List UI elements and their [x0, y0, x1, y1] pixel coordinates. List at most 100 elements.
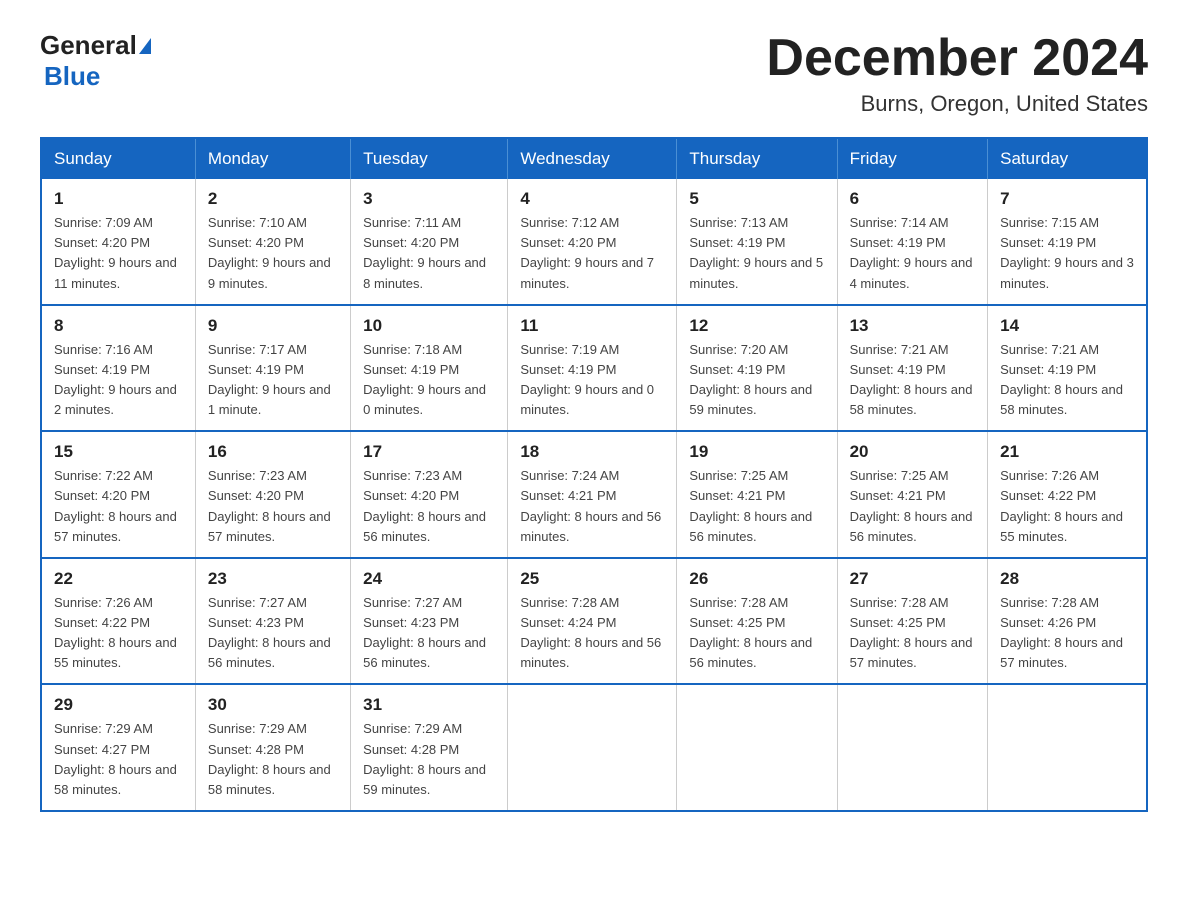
day-number: 29 [54, 695, 183, 715]
table-row [508, 684, 677, 811]
day-info: Sunrise: 7:29 AMSunset: 4:28 PMDaylight:… [363, 721, 486, 796]
col-sunday: Sunday [41, 138, 195, 179]
day-number: 7 [1000, 189, 1134, 209]
day-info: Sunrise: 7:25 AMSunset: 4:21 PMDaylight:… [689, 468, 812, 543]
table-row: 2 Sunrise: 7:10 AMSunset: 4:20 PMDayligh… [195, 179, 350, 305]
table-row: 17 Sunrise: 7:23 AMSunset: 4:20 PMDaylig… [351, 431, 508, 558]
day-number: 15 [54, 442, 183, 462]
day-number: 6 [850, 189, 976, 209]
day-info: Sunrise: 7:21 AMSunset: 4:19 PMDaylight:… [850, 342, 973, 417]
table-row: 14 Sunrise: 7:21 AMSunset: 4:19 PMDaylig… [988, 305, 1147, 432]
table-row: 26 Sunrise: 7:28 AMSunset: 4:25 PMDaylig… [677, 558, 837, 685]
table-row: 30 Sunrise: 7:29 AMSunset: 4:28 PMDaylig… [195, 684, 350, 811]
day-number: 20 [850, 442, 976, 462]
day-number: 8 [54, 316, 183, 336]
table-row: 4 Sunrise: 7:12 AMSunset: 4:20 PMDayligh… [508, 179, 677, 305]
day-number: 26 [689, 569, 824, 589]
day-number: 1 [54, 189, 183, 209]
day-number: 24 [363, 569, 495, 589]
calendar-week-row: 1 Sunrise: 7:09 AMSunset: 4:20 PMDayligh… [41, 179, 1147, 305]
table-row: 19 Sunrise: 7:25 AMSunset: 4:21 PMDaylig… [677, 431, 837, 558]
day-info: Sunrise: 7:22 AMSunset: 4:20 PMDaylight:… [54, 468, 177, 543]
table-row: 12 Sunrise: 7:20 AMSunset: 4:19 PMDaylig… [677, 305, 837, 432]
day-info: Sunrise: 7:17 AMSunset: 4:19 PMDaylight:… [208, 342, 331, 417]
day-number: 5 [689, 189, 824, 209]
day-number: 18 [520, 442, 664, 462]
table-row [677, 684, 837, 811]
logo: General Blue [40, 30, 151, 92]
day-info: Sunrise: 7:29 AMSunset: 4:28 PMDaylight:… [208, 721, 331, 796]
page-header: General Blue December 2024 Burns, Oregon… [40, 30, 1148, 117]
calendar-week-row: 15 Sunrise: 7:22 AMSunset: 4:20 PMDaylig… [41, 431, 1147, 558]
col-monday: Monday [195, 138, 350, 179]
day-info: Sunrise: 7:14 AMSunset: 4:19 PMDaylight:… [850, 215, 973, 290]
day-number: 14 [1000, 316, 1134, 336]
day-number: 25 [520, 569, 664, 589]
calendar-subtitle: Burns, Oregon, United States [766, 91, 1148, 117]
table-row: 6 Sunrise: 7:14 AMSunset: 4:19 PMDayligh… [837, 179, 988, 305]
day-info: Sunrise: 7:10 AMSunset: 4:20 PMDaylight:… [208, 215, 331, 290]
table-row: 21 Sunrise: 7:26 AMSunset: 4:22 PMDaylig… [988, 431, 1147, 558]
table-row: 31 Sunrise: 7:29 AMSunset: 4:28 PMDaylig… [351, 684, 508, 811]
day-info: Sunrise: 7:28 AMSunset: 4:24 PMDaylight:… [520, 595, 661, 670]
table-row: 9 Sunrise: 7:17 AMSunset: 4:19 PMDayligh… [195, 305, 350, 432]
day-info: Sunrise: 7:24 AMSunset: 4:21 PMDaylight:… [520, 468, 661, 543]
day-info: Sunrise: 7:28 AMSunset: 4:25 PMDaylight:… [850, 595, 973, 670]
day-info: Sunrise: 7:11 AMSunset: 4:20 PMDaylight:… [363, 215, 486, 290]
table-row: 22 Sunrise: 7:26 AMSunset: 4:22 PMDaylig… [41, 558, 195, 685]
day-info: Sunrise: 7:28 AMSunset: 4:26 PMDaylight:… [1000, 595, 1123, 670]
table-row: 27 Sunrise: 7:28 AMSunset: 4:25 PMDaylig… [837, 558, 988, 685]
table-row: 1 Sunrise: 7:09 AMSunset: 4:20 PMDayligh… [41, 179, 195, 305]
day-number: 21 [1000, 442, 1134, 462]
day-number: 10 [363, 316, 495, 336]
col-friday: Friday [837, 138, 988, 179]
day-number: 2 [208, 189, 338, 209]
day-number: 23 [208, 569, 338, 589]
calendar-week-row: 29 Sunrise: 7:29 AMSunset: 4:27 PMDaylig… [41, 684, 1147, 811]
calendar-title: December 2024 [766, 30, 1148, 87]
day-number: 31 [363, 695, 495, 715]
day-number: 30 [208, 695, 338, 715]
day-number: 4 [520, 189, 664, 209]
day-info: Sunrise: 7:26 AMSunset: 4:22 PMDaylight:… [54, 595, 177, 670]
calendar-table: Sunday Monday Tuesday Wednesday Thursday… [40, 137, 1148, 812]
table-row: 23 Sunrise: 7:27 AMSunset: 4:23 PMDaylig… [195, 558, 350, 685]
col-wednesday: Wednesday [508, 138, 677, 179]
day-info: Sunrise: 7:21 AMSunset: 4:19 PMDaylight:… [1000, 342, 1123, 417]
table-row: 15 Sunrise: 7:22 AMSunset: 4:20 PMDaylig… [41, 431, 195, 558]
day-info: Sunrise: 7:23 AMSunset: 4:20 PMDaylight:… [363, 468, 486, 543]
table-row: 16 Sunrise: 7:23 AMSunset: 4:20 PMDaylig… [195, 431, 350, 558]
day-info: Sunrise: 7:29 AMSunset: 4:27 PMDaylight:… [54, 721, 177, 796]
day-info: Sunrise: 7:16 AMSunset: 4:19 PMDaylight:… [54, 342, 177, 417]
day-number: 17 [363, 442, 495, 462]
day-number: 19 [689, 442, 824, 462]
table-row: 7 Sunrise: 7:15 AMSunset: 4:19 PMDayligh… [988, 179, 1147, 305]
table-row [837, 684, 988, 811]
table-row: 29 Sunrise: 7:29 AMSunset: 4:27 PMDaylig… [41, 684, 195, 811]
day-number: 13 [850, 316, 976, 336]
day-info: Sunrise: 7:12 AMSunset: 4:20 PMDaylight:… [520, 215, 654, 290]
table-row: 13 Sunrise: 7:21 AMSunset: 4:19 PMDaylig… [837, 305, 988, 432]
table-row: 11 Sunrise: 7:19 AMSunset: 4:19 PMDaylig… [508, 305, 677, 432]
table-row: 8 Sunrise: 7:16 AMSunset: 4:19 PMDayligh… [41, 305, 195, 432]
col-tuesday: Tuesday [351, 138, 508, 179]
day-info: Sunrise: 7:09 AMSunset: 4:20 PMDaylight:… [54, 215, 177, 290]
table-row [988, 684, 1147, 811]
day-info: Sunrise: 7:15 AMSunset: 4:19 PMDaylight:… [1000, 215, 1134, 290]
calendar-header-row: Sunday Monday Tuesday Wednesday Thursday… [41, 138, 1147, 179]
day-info: Sunrise: 7:23 AMSunset: 4:20 PMDaylight:… [208, 468, 331, 543]
day-info: Sunrise: 7:18 AMSunset: 4:19 PMDaylight:… [363, 342, 486, 417]
day-number: 11 [520, 316, 664, 336]
day-number: 12 [689, 316, 824, 336]
day-info: Sunrise: 7:27 AMSunset: 4:23 PMDaylight:… [208, 595, 331, 670]
col-saturday: Saturday [988, 138, 1147, 179]
day-info: Sunrise: 7:20 AMSunset: 4:19 PMDaylight:… [689, 342, 812, 417]
col-thursday: Thursday [677, 138, 837, 179]
logo-blue: Blue [44, 61, 100, 91]
day-info: Sunrise: 7:13 AMSunset: 4:19 PMDaylight:… [689, 215, 823, 290]
table-row: 10 Sunrise: 7:18 AMSunset: 4:19 PMDaylig… [351, 305, 508, 432]
table-row: 25 Sunrise: 7:28 AMSunset: 4:24 PMDaylig… [508, 558, 677, 685]
day-info: Sunrise: 7:26 AMSunset: 4:22 PMDaylight:… [1000, 468, 1123, 543]
title-area: December 2024 Burns, Oregon, United Stat… [766, 30, 1148, 117]
logo-triangle-icon [139, 38, 151, 54]
